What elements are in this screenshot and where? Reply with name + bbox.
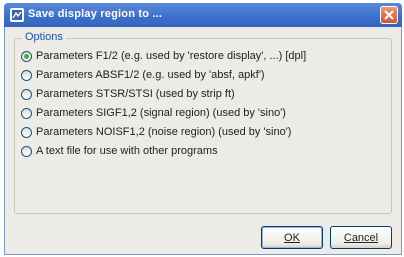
app-icon — [10, 8, 24, 22]
cancel-button[interactable]: Cancel — [330, 226, 392, 249]
option-parameters-stsr-stsi[interactable]: Parameters STSR/STSI (used by strip ft) — [21, 86, 235, 102]
radio-button[interactable] — [21, 88, 32, 100]
title-bar[interactable]: Save display region to ... — [4, 3, 402, 27]
option-parameters-noisf12[interactable]: Parameters NOISF1,2 (noise region) (used… — [21, 124, 291, 140]
dialog-title: Save display region to ... — [28, 8, 163, 20]
radio-button[interactable] — [21, 69, 32, 81]
option-parameters-sigf12[interactable]: Parameters SIGF1,2 (signal region) (used… — [21, 105, 286, 121]
cancel-button-label: Cancel — [343, 231, 379, 244]
option-label: Parameters F1/2 (e.g. used by 'restore d… — [36, 50, 307, 62]
option-parameters-absf12[interactable]: Parameters ABSF1/2 (e.g. used by 'absf, … — [21, 67, 265, 83]
radio-button[interactable] — [21, 126, 32, 138]
options-group-label: Options — [22, 31, 66, 43]
radio-button-selected[interactable] — [21, 50, 32, 62]
radio-button[interactable] — [21, 145, 32, 157]
ok-button-label: OK — [284, 231, 300, 244]
save-display-region-dialog: Save display region to ... Options Param… — [4, 3, 402, 255]
options-groupbox: Options Parameters F1/2 (e.g. used by 'r… — [14, 31, 392, 214]
ok-button[interactable]: OK — [261, 226, 323, 249]
option-label: Parameters STSR/STSI (used by strip ft) — [36, 88, 235, 100]
radio-button[interactable] — [21, 107, 32, 119]
option-label: Parameters SIGF1,2 (signal region) (used… — [36, 107, 286, 119]
option-text-file[interactable]: A text file for use with other programs — [21, 143, 218, 159]
option-label: Parameters ABSF1/2 (e.g. used by 'absf, … — [36, 69, 265, 81]
close-icon — [384, 10, 394, 20]
option-parameters-f12[interactable]: Parameters F1/2 (e.g. used by 'restore d… — [21, 48, 306, 64]
option-label: Parameters NOISF1,2 (noise region) (used… — [36, 126, 292, 138]
close-button[interactable] — [380, 6, 398, 24]
option-label: A text file for use with other programs — [36, 145, 218, 157]
